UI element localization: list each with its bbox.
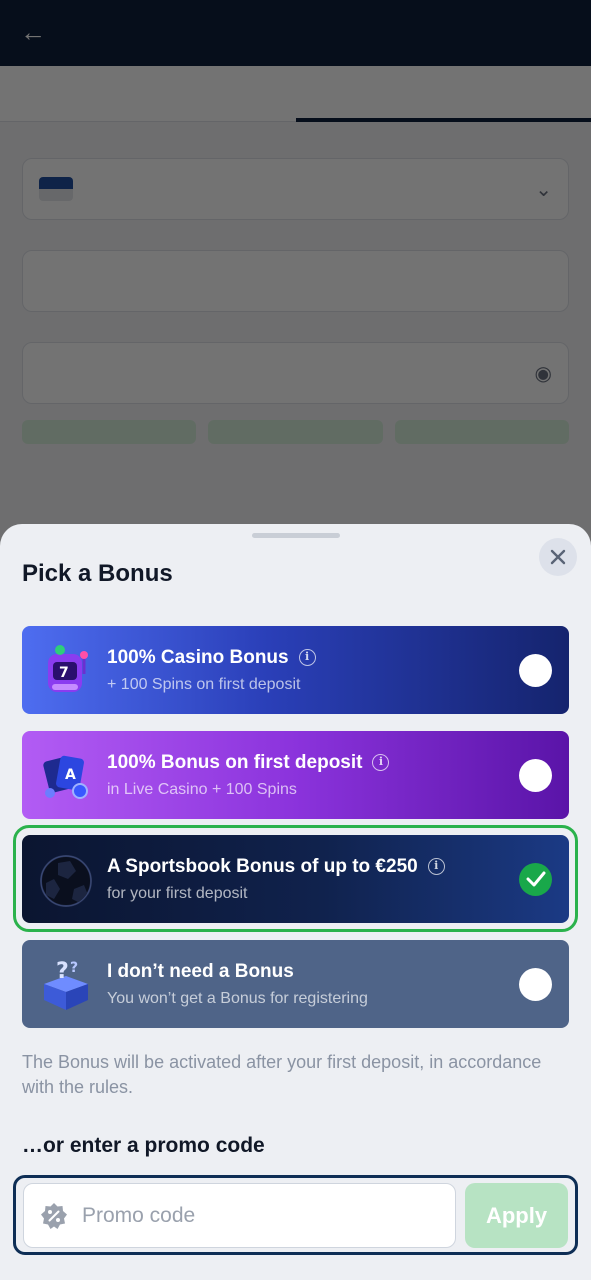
- bonus-subtitle: + 100 Spins on first deposit: [107, 675, 301, 693]
- sheet-title: Pick a Bonus: [22, 560, 173, 587]
- bonus-subtitle: for your first deposit: [107, 884, 248, 902]
- bonus-title: I don’t need a Bonus: [107, 960, 294, 982]
- info-icon[interactable]: i: [427, 858, 445, 875]
- apply-button[interactable]: Apply: [465, 1183, 568, 1248]
- mystery-box-icon: ? ?: [36, 954, 96, 1014]
- bonus-subtitle: in Live Casino + 100 Spins: [107, 780, 297, 798]
- slot-machine-icon: 7: [36, 640, 96, 700]
- bonus-radio[interactable]: [519, 967, 552, 1001]
- svg-text:A: A: [65, 767, 76, 783]
- promo-heading: …or enter a promo code: [22, 1134, 265, 1157]
- promo-code-input[interactable]: [82, 1203, 412, 1228]
- svg-text:?: ?: [56, 959, 69, 984]
- bonus-radio-checked[interactable]: [519, 862, 552, 896]
- checkmark-icon: [526, 871, 545, 887]
- bonus-subtitle: You won’t get a Bonus for registering: [107, 989, 368, 1007]
- bonus-bottom-sheet: Pick a Bonus 7 100% Casino Bonus i + 100 …: [0, 524, 591, 1280]
- bonus-title: A Sportsbook Bonus of up to €250: [107, 855, 418, 877]
- close-button[interactable]: [539, 538, 577, 576]
- playing-cards-icon: A: [36, 745, 96, 805]
- discount-badge-icon: [41, 1202, 67, 1229]
- bonus-radio[interactable]: [519, 653, 552, 687]
- bonus-radio[interactable]: [519, 758, 552, 792]
- svg-text:?: ?: [70, 960, 78, 976]
- promo-code-field[interactable]: [23, 1183, 456, 1248]
- bonus-title: 100% Casino Bonus: [107, 646, 289, 668]
- bonus-activation-note: The Bonus will be activated after your f…: [22, 1052, 542, 1097]
- sheet-drag-handle[interactable]: [252, 533, 340, 538]
- bonus-title: 100% Bonus on first deposit: [107, 751, 363, 773]
- football-icon: [36, 849, 96, 909]
- bonus-option-live-casino[interactable]: A 100% Bonus on first deposit i in Live C…: [22, 731, 569, 819]
- bonus-option-none[interactable]: ? ? I don’t need a Bonus You won’t get a…: [22, 940, 569, 1028]
- info-icon[interactable]: i: [372, 754, 390, 771]
- promo-code-row: Apply: [13, 1175, 578, 1255]
- info-icon[interactable]: i: [298, 649, 316, 666]
- svg-text:7: 7: [59, 665, 69, 681]
- bonus-option-casino[interactable]: 7 100% Casino Bonus i + 100 Spins on firs…: [22, 626, 569, 714]
- close-icon: [550, 549, 566, 565]
- bonus-option-sportsbook[interactable]: A Sportsbook Bonus of up to €250 i for yo…: [22, 835, 569, 923]
